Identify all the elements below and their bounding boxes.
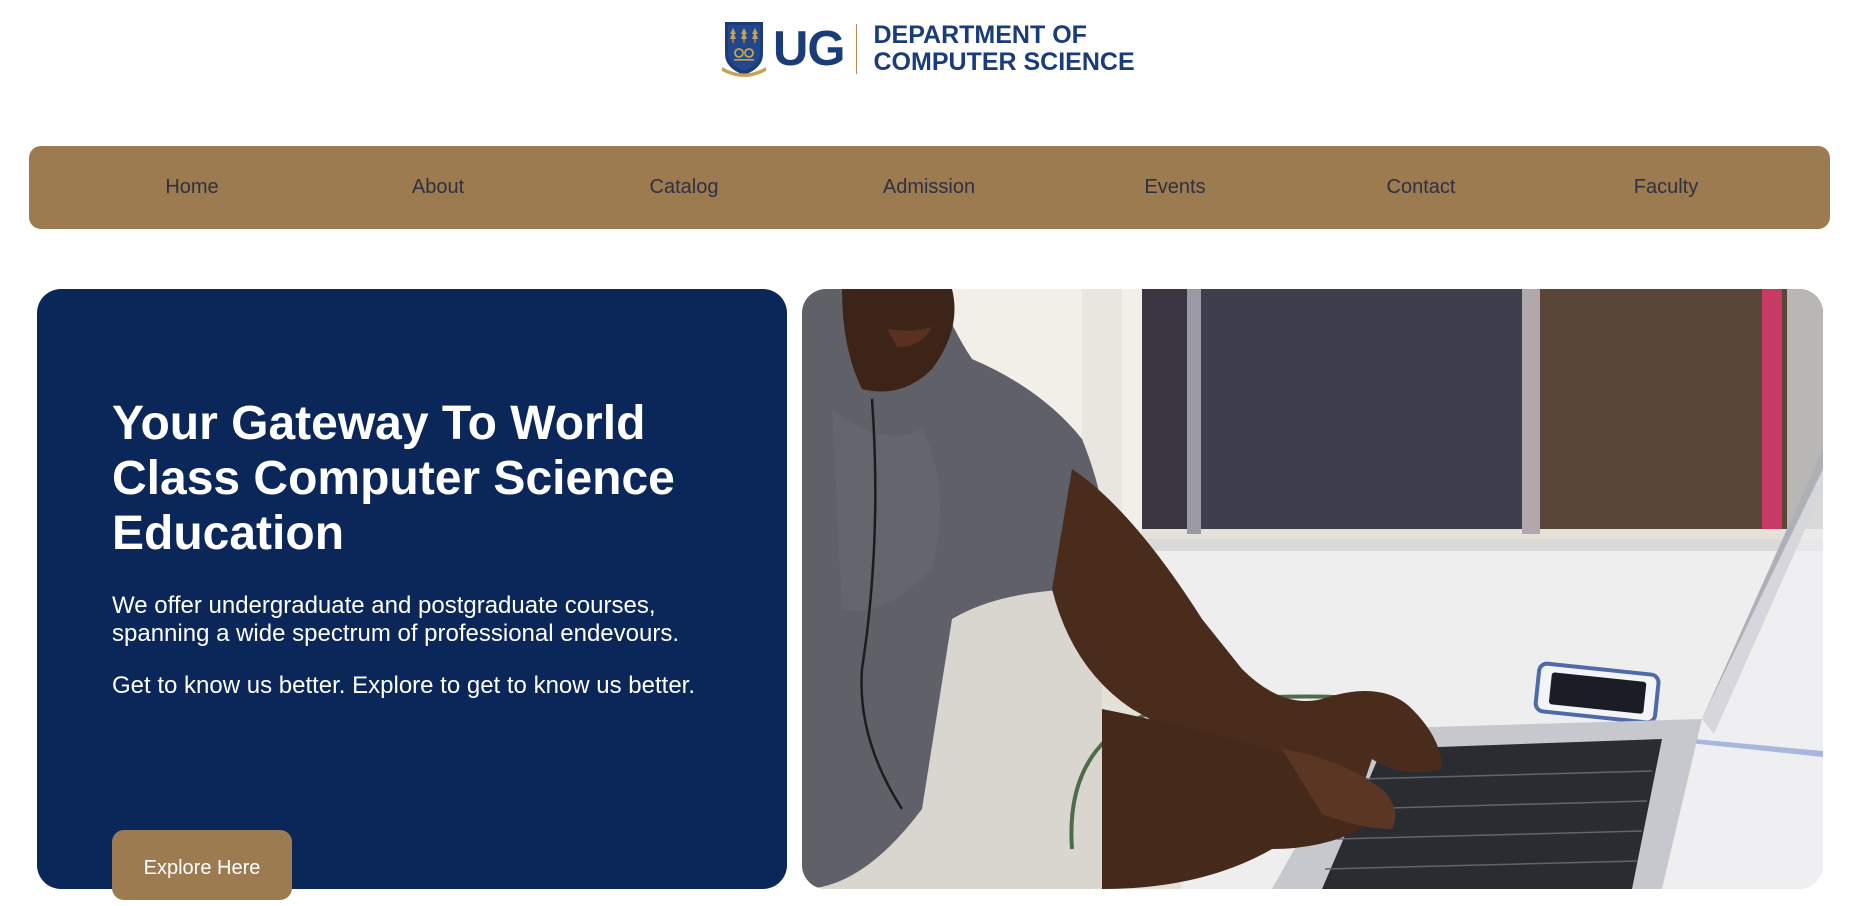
university-crest-icon <box>722 22 766 77</box>
hero-image <box>802 289 1823 889</box>
nav-item-faculty[interactable]: Faculty <box>1634 146 1698 229</box>
hero-description: We offer undergraduate and postgraduate … <box>112 592 679 647</box>
nav-item-catalog[interactable]: Catalog <box>650 146 719 229</box>
explore-button[interactable]: Explore Here <box>112 830 292 900</box>
hero-card: Your Gateway To World Class Computer Sci… <box>37 289 787 900</box>
department-name-line1: DEPARTMENT OF <box>873 21 1087 49</box>
nav-item-about[interactable]: About <box>412 146 464 229</box>
nav-item-home[interactable]: Home <box>165 146 218 229</box>
main-navigation: Home About Catalog Admission Events Cont… <box>29 146 1830 229</box>
student-laptop-illustration <box>802 289 1823 889</box>
nav-item-contact[interactable]: Contact <box>1387 146 1456 229</box>
nav-item-admission[interactable]: Admission <box>883 146 975 229</box>
department-logo[interactable]: UG DEPARTMENT OF COMPUTER SCIENCE <box>721 20 1135 78</box>
logo-wordmark: UG <box>773 21 845 76</box>
site-header: UG DEPARTMENT OF COMPUTER SCIENCE <box>0 0 1852 100</box>
hero-title: Your Gateway To World Class Computer Sci… <box>112 397 675 560</box>
logo-divider <box>855 24 857 74</box>
department-name: DEPARTMENT OF COMPUTER SCIENCE <box>874 22 1135 76</box>
hero-tagline: Get to know us better. Explore to get to… <box>112 672 695 699</box>
nav-item-events[interactable]: Events <box>1144 146 1205 229</box>
department-name-line2: COMPUTER SCIENCE <box>873 48 1135 76</box>
